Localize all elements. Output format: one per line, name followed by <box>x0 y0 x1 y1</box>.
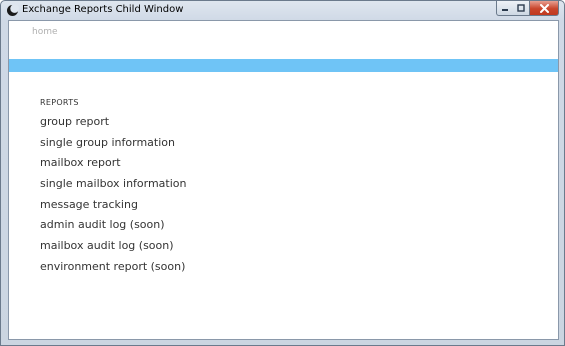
application-window: Exchange Reports Child Window home REPOR… <box>0 0 565 346</box>
reports-menu: group report single group information ma… <box>40 114 187 280</box>
report-link-message-tracking[interactable]: message tracking <box>40 197 187 218</box>
report-link-single-group-information[interactable]: single group information <box>40 135 187 156</box>
report-link-environment-report[interactable]: environment report (soon) <box>40 259 187 280</box>
report-link-mailbox-audit-log[interactable]: mailbox audit log (soon) <box>40 238 187 259</box>
close-icon <box>539 3 549 13</box>
maximize-button[interactable] <box>513 1 530 16</box>
moon-icon <box>7 4 19 16</box>
breadcrumb-home[interactable]: home <box>32 27 58 37</box>
minimize-button[interactable] <box>496 1 514 16</box>
reports-heading: REPORTS <box>40 98 79 107</box>
window-title: Exchange Reports Child Window <box>22 4 184 15</box>
header-accent-bar <box>9 59 558 72</box>
report-link-single-mailbox-information[interactable]: single mailbox information <box>40 176 187 197</box>
report-link-admin-audit-log[interactable]: admin audit log (soon) <box>40 217 187 238</box>
close-button[interactable] <box>529 1 559 16</box>
report-link-group-report[interactable]: group report <box>40 114 187 135</box>
client-area: home REPORTS group report single group i… <box>8 20 559 340</box>
report-link-mailbox-report[interactable]: mailbox report <box>40 155 187 176</box>
maximize-icon <box>517 4 525 12</box>
title-bar[interactable]: Exchange Reports Child Window <box>1 1 564 20</box>
minimize-icon <box>502 9 508 11</box>
